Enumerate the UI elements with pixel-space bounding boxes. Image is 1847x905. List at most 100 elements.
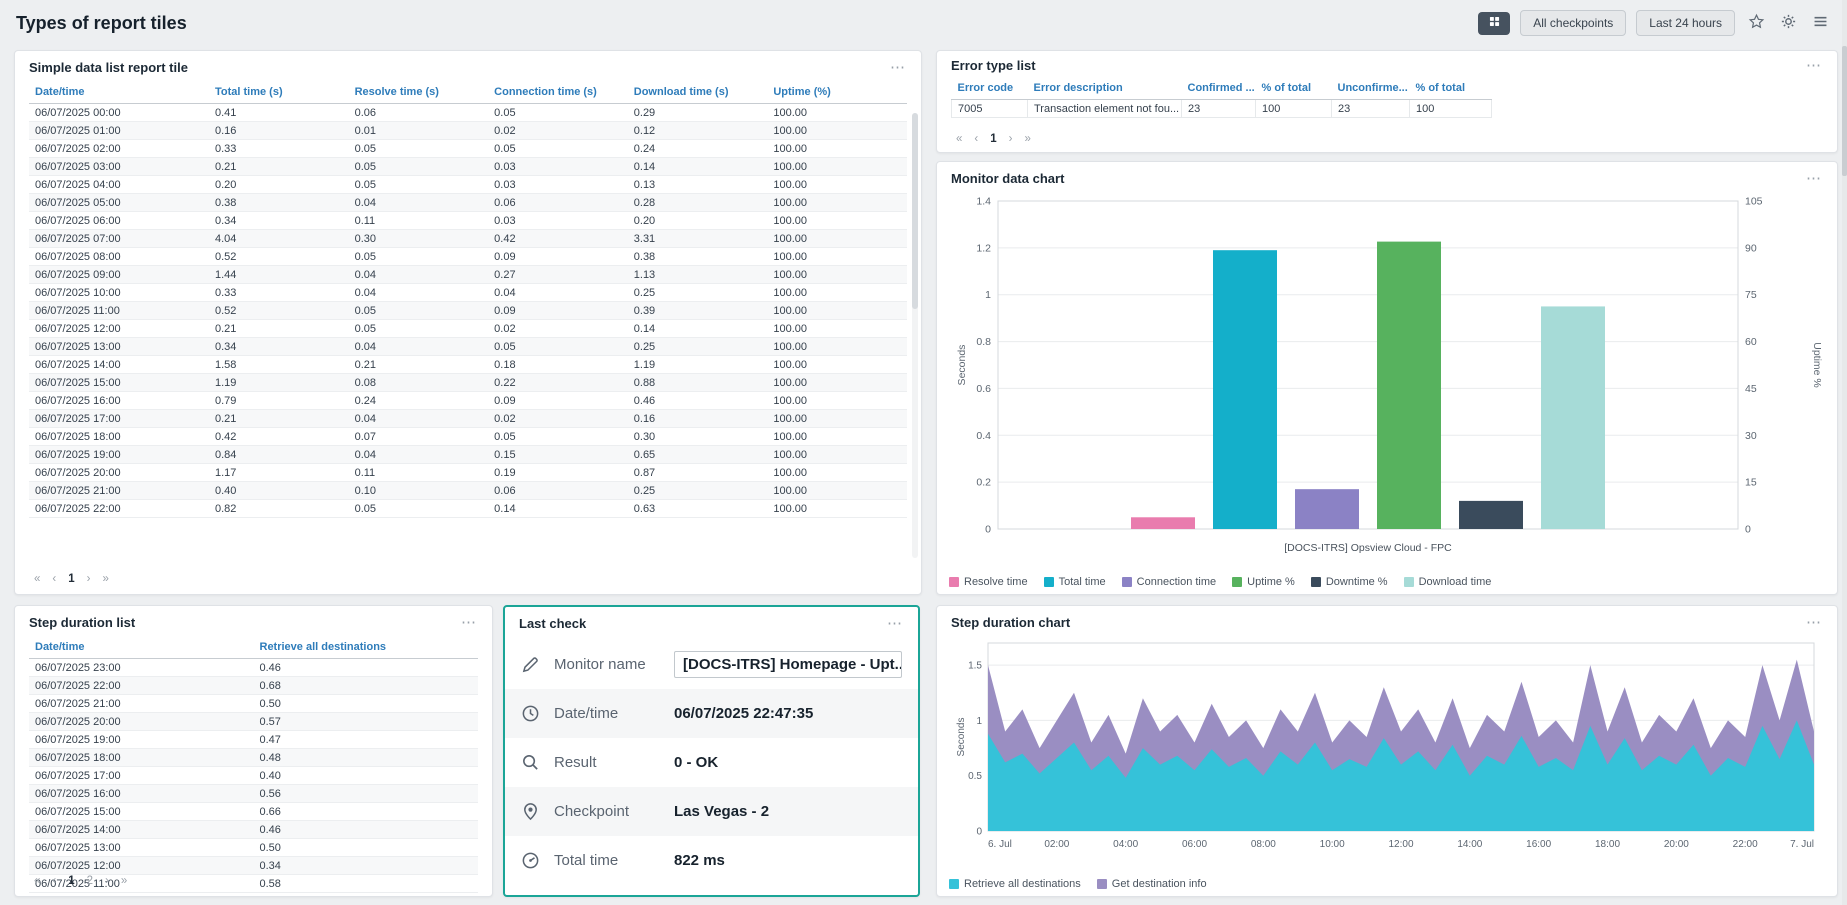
tile-menu-button[interactable]: ⋯ (1804, 58, 1823, 73)
table-cell: 06/07/2025 20:00 (29, 713, 254, 731)
next-page-button[interactable]: › (1004, 132, 1018, 146)
gear-icon (1780, 13, 1797, 33)
svg-text:0.8: 0.8 (976, 336, 991, 348)
page-scrollbar-thumb[interactable] (1842, 46, 1847, 176)
table-cell: 100.00 (767, 428, 907, 446)
table-row: 06/07/2025 22:000.820.050.140.63100.00 (29, 500, 907, 518)
table-row: 06/07/2025 15:000.66 (29, 803, 478, 821)
page-2-button[interactable]: 2 (82, 874, 98, 888)
svg-text:0.5: 0.5 (968, 771, 982, 782)
bar-download-time[interactable] (1541, 306, 1605, 529)
column-header[interactable]: Confirmed ... (1182, 78, 1256, 100)
table-cell: 0.41 (209, 104, 349, 122)
column-header[interactable]: Date/time (29, 637, 254, 659)
table-cell: 06/07/2025 23:00 (29, 659, 254, 677)
previous-page-button[interactable]: ‹ (47, 874, 61, 888)
legend-item[interactable]: Download time (1404, 576, 1492, 588)
table-cell: 0.20 (209, 176, 349, 194)
legend-swatch (1311, 577, 1321, 587)
location-pin-icon (521, 802, 540, 821)
table-row: 06/07/2025 14:001.580.210.181.19100.00 (29, 356, 907, 374)
main-menu-button[interactable] (1809, 12, 1831, 34)
table-cell: 0.56 (254, 785, 479, 803)
tile-menu-button[interactable]: ⋯ (1804, 615, 1823, 630)
table-cell: 0.09 (488, 302, 628, 320)
bar-resolve-time[interactable] (1131, 517, 1195, 529)
time-range-button[interactable]: Last 24 hours (1636, 10, 1735, 36)
legend-item[interactable]: Uptime % (1232, 576, 1295, 588)
table-cell: 0.11 (349, 464, 489, 482)
bar-connection-time[interactable] (1295, 489, 1359, 529)
column-header[interactable]: Uptime (%) (767, 82, 907, 104)
table-row: 06/07/2025 20:001.170.110.190.87100.00 (29, 464, 907, 482)
column-header[interactable]: Connection time (s) (488, 82, 628, 104)
last-page-button[interactable]: » (1020, 132, 1036, 146)
table-cell: 100.00 (767, 248, 907, 266)
next-page-button[interactable]: › (100, 874, 114, 888)
column-header[interactable]: Retrieve all destinations (254, 637, 479, 659)
table-cell: 06/07/2025 12:00 (29, 320, 209, 338)
table-cell: 0.02 (488, 410, 628, 428)
legend-label: Get destination info (1112, 878, 1207, 890)
tile-menu-button[interactable]: ⋯ (459, 615, 478, 630)
column-header[interactable]: Error code (952, 78, 1028, 100)
column-header[interactable]: Total time (s) (209, 82, 349, 104)
first-page-button[interactable]: « (29, 874, 45, 888)
previous-page-button[interactable]: ‹ (47, 572, 61, 586)
column-header[interactable]: % of total (1256, 78, 1332, 100)
last-check-field-value[interactable]: [DOCS-ITRS] Homepage - Upt... (674, 651, 902, 678)
favorite-star-button[interactable] (1745, 12, 1767, 34)
column-header[interactable]: Unconfirme... (1332, 78, 1410, 100)
legend-swatch (1232, 577, 1242, 587)
last-page-button[interactable]: » (98, 572, 114, 586)
bar-downtime-[interactable] (1459, 501, 1523, 529)
page-scrollbar[interactable] (1842, 0, 1847, 905)
table-cell: 06/07/2025 13:00 (29, 839, 254, 857)
step-duration-area-chart: 00.511.56. Jul02:0004:0006:0008:0010:001… (952, 635, 1824, 865)
column-header[interactable]: Error description (1028, 78, 1182, 100)
tile-menu-button[interactable]: ⋯ (1804, 171, 1823, 186)
legend-item[interactable]: Get destination info (1097, 878, 1207, 890)
page-1-button[interactable]: 1 (63, 874, 79, 888)
table-cell: 0.18 (488, 356, 628, 374)
table-cell: 0.05 (349, 140, 489, 158)
table-cell: 06/07/2025 21:00 (29, 695, 254, 713)
column-header[interactable]: % of total (1410, 78, 1492, 100)
column-header[interactable]: Date/time (29, 82, 209, 104)
table-cell: 06/07/2025 06:00 (29, 212, 209, 230)
table-cell: 0.07 (349, 428, 489, 446)
table-cell: 06/07/2025 19:00 (29, 446, 209, 464)
table-cell: 0.88 (628, 374, 768, 392)
legend-item[interactable]: Connection time (1122, 576, 1217, 588)
legend-item[interactable]: Total time (1044, 576, 1106, 588)
star-icon (1748, 13, 1765, 33)
column-header[interactable]: Resolve time (s) (349, 82, 489, 104)
first-page-button[interactable]: « (951, 132, 967, 146)
page-1-button[interactable]: 1 (985, 132, 1001, 146)
legend-item[interactable]: Retrieve all destinations (949, 878, 1081, 890)
column-header[interactable]: Download time (s) (628, 82, 768, 104)
dashboard-grid-button[interactable] (1478, 12, 1510, 35)
previous-page-button[interactable]: ‹ (969, 132, 983, 146)
table-cell: 0.47 (254, 731, 479, 749)
first-page-button[interactable]: « (29, 572, 45, 586)
tile-menu-button[interactable]: ⋯ (885, 616, 904, 631)
next-page-button[interactable]: › (82, 572, 96, 586)
table-cell: 0.82 (209, 500, 349, 518)
legend-item[interactable]: Downtime % (1311, 576, 1388, 588)
page-1-button[interactable]: 1 (63, 572, 79, 586)
legend-item[interactable]: Resolve time (949, 576, 1028, 588)
tile-scrollbar[interactable] (912, 113, 918, 558)
last-page-button[interactable]: » (116, 874, 132, 888)
settings-button[interactable] (1777, 12, 1799, 34)
table-cell: 06/07/2025 18:00 (29, 428, 209, 446)
tile-menu-button[interactable]: ⋯ (888, 60, 907, 75)
scrollbar-thumb[interactable] (912, 113, 918, 309)
bar-uptime-[interactable] (1377, 242, 1441, 529)
table-cell: 3.31 (628, 230, 768, 248)
table-cell: 100.00 (767, 230, 907, 248)
table-cell: 0.84 (209, 446, 349, 464)
checkpoints-filter-button[interactable]: All checkpoints (1520, 10, 1626, 36)
bar-total-time[interactable] (1213, 250, 1277, 529)
svg-text:30: 30 (1745, 430, 1757, 442)
